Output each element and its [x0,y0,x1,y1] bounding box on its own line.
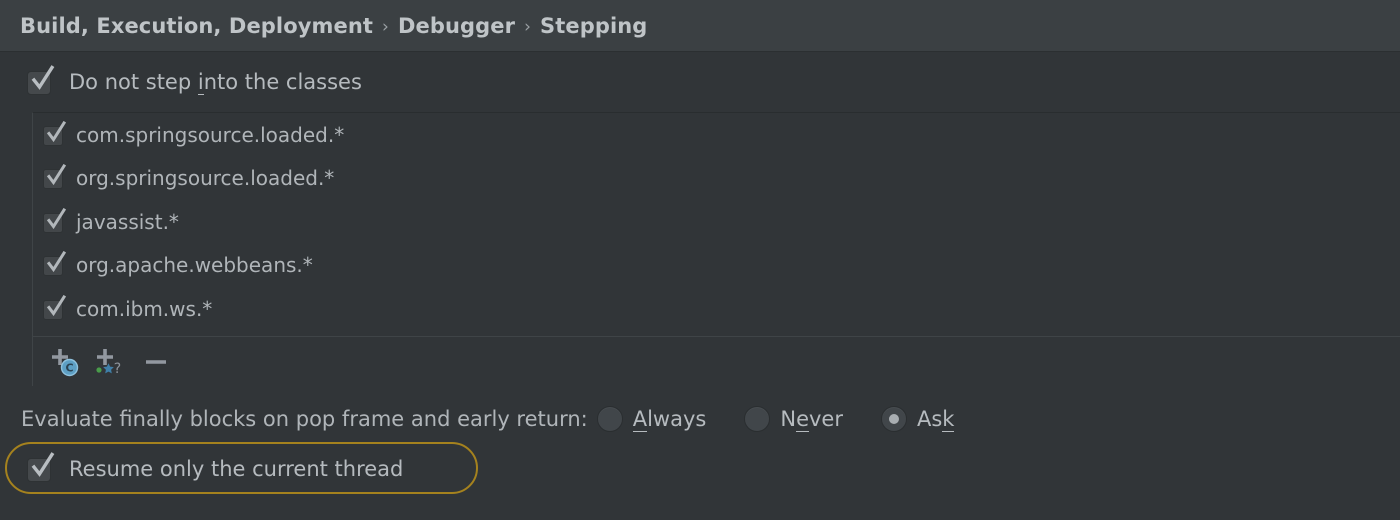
label-part-before: Do not step [69,70,198,94]
svg-text:?: ? [114,361,121,377]
list-item[interactable]: com.ibm.ws.* [33,287,1400,331]
plus-class-icon: C [52,348,79,376]
radio-button-never[interactable] [744,406,771,432]
checkbox-box [43,125,63,146]
list-item-label: com.ibm.ws.* [76,296,213,321]
breadcrumb-item-2[interactable]: Stepping [540,14,647,38]
class-filter-toolbar: C ? [32,336,1400,386]
breadcrumb-item-1[interactable]: Debugger [398,14,515,38]
evaluate-finally-blocks-row: Evaluate finally blocks on pop frame and… [0,396,1400,442]
label-mnemonic: k [942,407,955,432]
remove-filter-button[interactable] [133,340,179,384]
label-part-before: As [916,407,943,431]
breadcrumb-separator-icon: › [524,16,531,37]
add-pattern-filter-button[interactable]: ? [87,340,133,384]
checkbox-box [27,458,51,482]
resume-only-current-thread-row[interactable]: Resume only the current thread [0,442,1400,496]
breadcrumb-header: Build, Execution, Deployment › Debugger … [0,0,1400,52]
radio-label-ask: Ask [916,407,955,432]
plus-pattern-icon: ? [96,348,121,377]
breadcrumb-separator-icon: › [382,16,389,37]
evaluate-finally-blocks-label: Evaluate finally blocks on pop frame and… [21,407,588,431]
list-item-checkbox[interactable] [43,164,67,190]
minus-icon [146,359,166,364]
list-item[interactable]: org.springsource.loaded.* [33,157,1400,201]
label-part-after: ver [808,407,843,431]
list-item-checkbox[interactable] [43,251,67,277]
checkbox-box [43,256,63,277]
list-item-label: com.springsource.loaded.* [76,122,345,147]
checkbox-box [27,71,51,95]
add-class-filter-button[interactable]: C [41,340,87,384]
radio-label-never: Never [780,407,843,432]
checkbox-box [43,299,63,320]
class-filter-list[interactable]: com.springsource.loaded.* org.springsour… [32,112,1400,336]
list-item[interactable]: javassist.* [33,200,1400,244]
list-item-checkbox[interactable] [43,120,67,146]
radio-label-always: Always [632,407,707,432]
resume-only-current-thread-label: Resume only the current thread [69,457,404,481]
label-mnemonic: A [632,407,648,432]
do-not-step-into-classes-row[interactable]: Do not step into the classes [0,53,1400,111]
radio-option-never[interactable]: Never [744,406,843,432]
list-item-label: org.apache.webbeans.* [76,253,313,278]
svg-text:C: C [65,361,73,374]
list-item-label: org.springsource.loaded.* [76,166,335,191]
radio-button-ask[interactable] [880,406,907,432]
do-not-step-into-classes-label: Do not step into the classes [69,70,362,95]
radio-button-always[interactable] [596,406,623,432]
list-item-checkbox[interactable] [43,294,67,320]
list-item-checkbox[interactable] [43,207,67,233]
breadcrumb-item-0[interactable]: Build, Execution, Deployment [20,14,373,38]
breadcrumb: Build, Execution, Deployment › Debugger … [0,14,647,38]
label-part-after: lways [647,407,707,431]
settings-page: Build, Execution, Deployment › Debugger … [0,0,1400,520]
radio-option-ask[interactable]: Ask [880,406,955,432]
radio-option-always[interactable]: Always [596,406,707,432]
resume-only-current-thread-checkbox[interactable] [27,452,55,482]
list-item[interactable]: com.springsource.loaded.* [33,113,1400,157]
label-part-before: N [780,407,797,431]
list-item-label: javassist.* [76,209,179,234]
checkbox-box [43,212,63,233]
do-not-step-into-classes-checkbox[interactable] [27,65,55,95]
list-item[interactable]: org.apache.webbeans.* [33,244,1400,288]
label-mnemonic: e [796,407,809,432]
checkbox-box [43,169,63,190]
label-part-after: nto the classes [203,70,362,94]
